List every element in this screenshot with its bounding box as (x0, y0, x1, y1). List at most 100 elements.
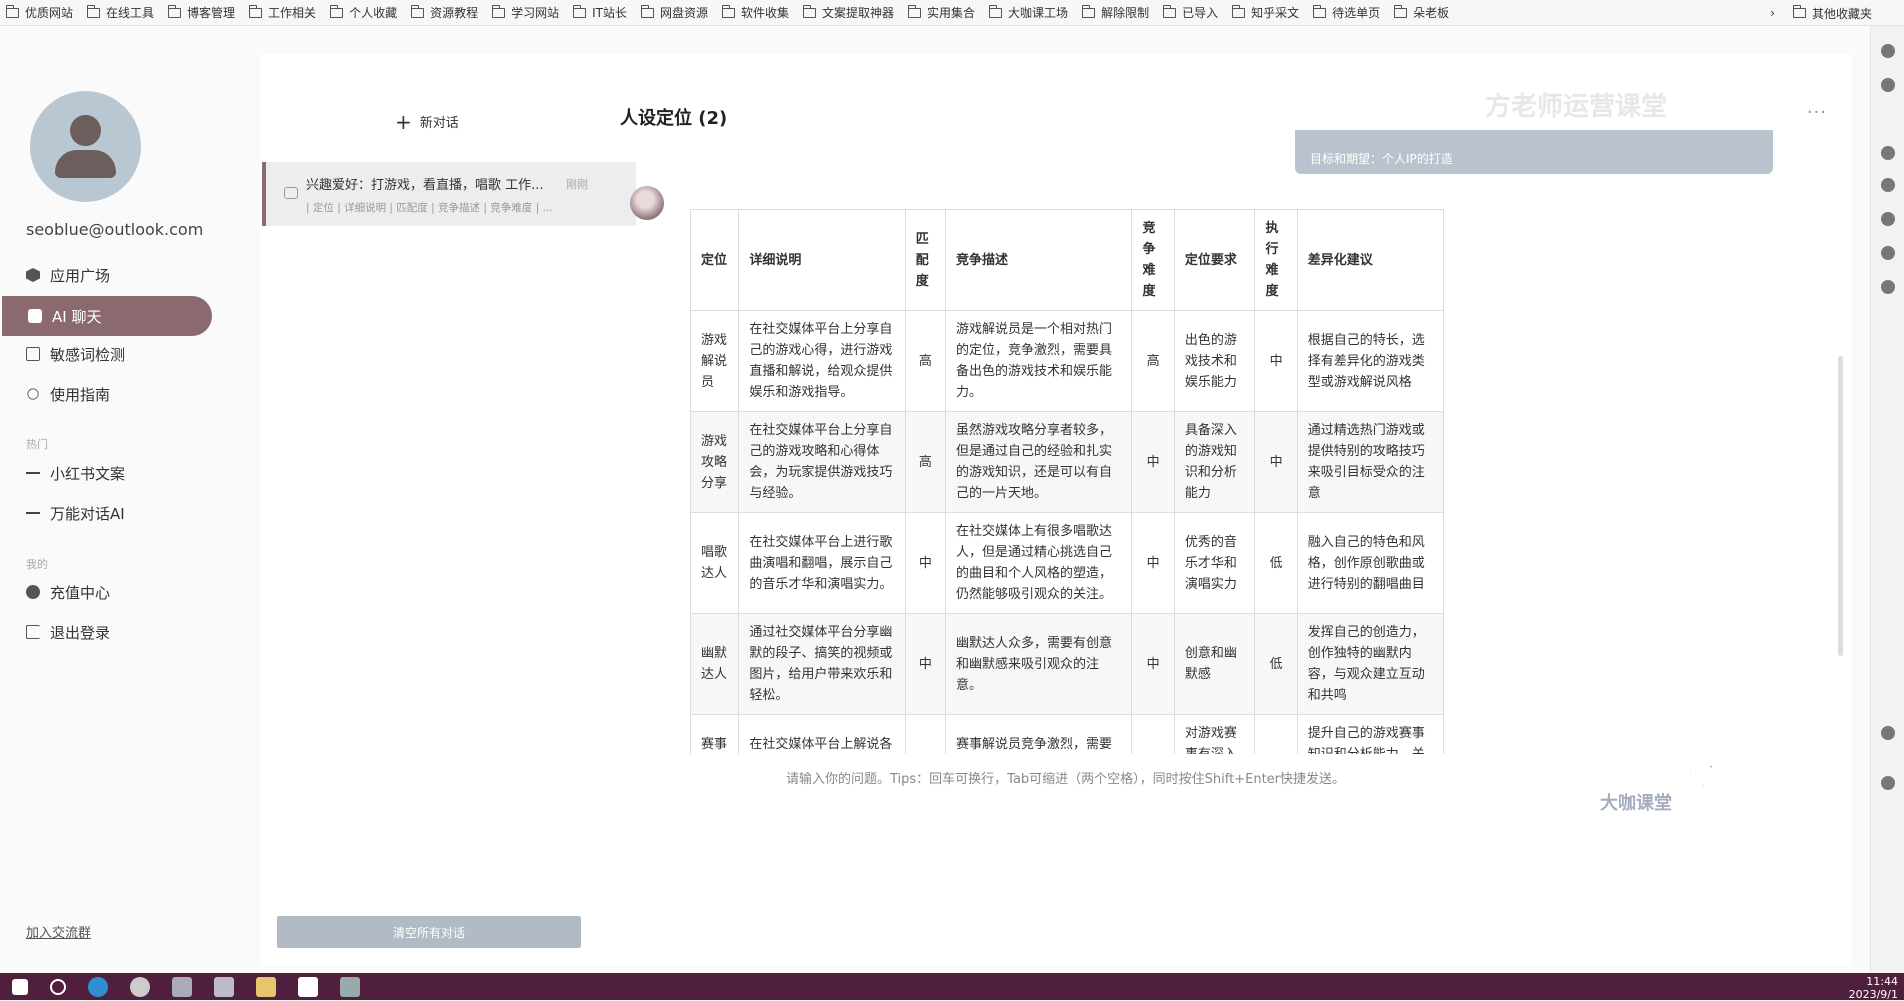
bookmark-label: 优质网站 (25, 6, 74, 20)
nav-recharge[interactable]: 充值中心 (0, 572, 212, 612)
folder-icon (721, 4, 735, 18)
table-cell: 通过社交媒体平台分享幽默的段子、搞笑的视频或图片，给用户带来欢乐和轻松。 (738, 613, 906, 715)
folder-icon (572, 4, 587, 18)
bookmark-label: 资源教程 (430, 6, 479, 20)
folder-icon (1162, 4, 1177, 18)
table-row: 游戏攻略分享 在社交媒体平台上分享自己的游戏攻略和心得体会，为玩家提供游戏技巧与经… (690, 411, 1444, 513)
table-header-cell: 定位要求 (1173, 209, 1256, 311)
nav-sensitive-words[interactable]: 敏感词检测 (0, 334, 212, 374)
extension-icon[interactable] (1881, 146, 1895, 160)
bookmark-label: 其他收藏夹 (1811, 6, 1872, 21)
bookmark-item[interactable]: 解除限制 (1081, 4, 1149, 21)
table-cell: 中 (904, 613, 947, 715)
other-bookmarks[interactable]: 其他收藏夹 (1792, 5, 1872, 22)
table-cell: 在社交媒体上有很多唱歌达人，但是通过精心挑选自己的曲目和个人风格的塑造，仍然能够… (944, 512, 1133, 614)
folder-icon (640, 4, 654, 18)
nav-label: 充值中心 (50, 583, 111, 602)
bookmark-item[interactable]: 待选单页 (1312, 4, 1381, 21)
clear-all-button[interactable]: 清空所有对话 (277, 916, 581, 948)
bookmark-label: 已导入 (1182, 6, 1219, 20)
bookmark-item[interactable]: 知乎采文 (1231, 4, 1300, 21)
left-sidebar: seoblue@outlook.com 应用广场 AI 聊天 敏感词检测 使用指… (0, 26, 258, 973)
bookmark-item[interactable]: 在线工具 (86, 4, 154, 21)
bookmark-item[interactable]: IT站长 (572, 4, 627, 21)
bookmark-label: 知乎采文 (1251, 6, 1300, 20)
bookmark-item[interactable]: 网盘资源 (640, 4, 708, 21)
text-editor-icon[interactable] (298, 976, 318, 997)
table-header-cell: 定位 (690, 209, 740, 311)
section-mine: 我的 (26, 558, 48, 571)
user-message-text: 目标和期望：个人IP的打造 (1310, 152, 1453, 166)
app-icon[interactable] (172, 976, 192, 997)
bookmark-item[interactable]: 软件收集 (721, 4, 790, 21)
new-chat-button[interactable]: + 新对话 (395, 112, 459, 132)
conversation-time: 刚刚 (566, 178, 588, 191)
more-icon[interactable]: ··· (1807, 102, 1827, 123)
bookmark-label: 工作相关 (268, 6, 317, 20)
search-icon[interactable] (1881, 178, 1895, 192)
table-cell: 中 (1254, 310, 1298, 412)
chevron-right-icon[interactable]: › (1770, 6, 1775, 20)
bookmark-item[interactable]: 大咖课工场 (988, 4, 1069, 21)
bookmark-label: 待选单页 (1332, 6, 1381, 20)
app-icon[interactable] (130, 976, 150, 997)
folder-icon (1081, 4, 1096, 18)
bookmark-item[interactable]: 学习网站 (491, 4, 559, 21)
user-avatar[interactable] (30, 91, 141, 202)
table-cell: 低 (1254, 512, 1298, 614)
nav-label: 小红书文案 (50, 464, 126, 483)
bookmark-label: 软件收集 (741, 6, 790, 20)
message-icon (284, 187, 298, 199)
dash-icon (26, 472, 40, 474)
folder-icon (1231, 4, 1246, 18)
bookmark-label: 大咖课工场 (1008, 6, 1069, 20)
bookmark-item[interactable]: 资源教程 (410, 4, 479, 21)
settings-icon[interactable] (1881, 44, 1895, 58)
nav-logout[interactable]: 退出登录 (0, 612, 212, 652)
table-cell: 根据自己的特长，选择有差异化的游戏类型或游戏解说风格 (1296, 310, 1444, 412)
scrollbar[interactable] (1838, 356, 1843, 656)
browser-icon[interactable] (88, 976, 108, 997)
bookmark-item[interactable]: 朵老板 (1393, 4, 1449, 21)
sun-icon (27, 388, 39, 400)
nav-usage-guide[interactable]: 使用指南 (0, 374, 212, 414)
table-cell: 中 (1254, 411, 1298, 513)
conversation-item[interactable]: 兴趣爱好：打游戏，看直播，唱歌 工作... 刚刚 | 定位 | 详细说明 | 匹… (262, 162, 636, 226)
nav-ai-chat[interactable]: AI 聊天 (2, 296, 212, 336)
table-cell: 中 (1131, 411, 1175, 513)
bookmark-item[interactable]: 工作相关 (248, 4, 317, 21)
extension-icon[interactable] (1881, 726, 1895, 740)
table-cell: 高 (1254, 714, 1298, 754)
settings-icon[interactable] (1881, 776, 1895, 790)
image-viewer-icon[interactable] (340, 976, 360, 997)
nav-app-square[interactable]: 应用广场 (0, 255, 212, 295)
app-icon[interactable] (214, 976, 234, 997)
bookmark-item[interactable]: 博客管理 (167, 4, 235, 21)
extension-icon[interactable] (1881, 246, 1895, 260)
dash-icon (26, 512, 40, 514)
table-cell: 幽默达人 (690, 613, 740, 715)
windows-start-icon[interactable] (12, 978, 28, 995)
bookmark-item[interactable]: 个人收藏 (329, 4, 397, 21)
chat-icon (28, 309, 42, 323)
chat-area: 人设定位 (2) ··· 目标和期望：个人IP的打造 定位 详细说明 匹配度 竞争描述… (620, 54, 1852, 966)
join-group-link[interactable]: 加入交流群 (26, 922, 91, 941)
table-row: 唱歌达人 在社交媒体平台上进行歌曲演唱和翻唱，展示自己的音乐才华和演唱实力。中在社… (690, 512, 1444, 614)
bookmark-item[interactable]: 实用集合 (907, 4, 975, 21)
nav-universal-ai[interactable]: 万能对话AI (0, 493, 212, 533)
bookmark-item[interactable]: 优质网站 (5, 4, 74, 21)
extension-icon[interactable] (1881, 280, 1895, 294)
response-table-container[interactable]: 定位 详细说明 匹配度 竞争描述 竞争难度 定位要求 执行难度 差异化建议 游戏解说员 在社交媒… (690, 209, 1444, 754)
table-cell: 高 (1131, 714, 1175, 754)
folder-icon[interactable] (256, 976, 276, 997)
extension-icon[interactable] (1881, 78, 1895, 92)
nav-xiaohongshu[interactable]: 小红书文案 (0, 453, 212, 493)
extension-icon[interactable] (1881, 212, 1895, 226)
table-row: 游戏解说员 在社交媒体平台上分享自己的游戏心得，进行游戏直播和解说，给观众提供娱乐… (690, 310, 1444, 412)
browser-side-strip (1870, 26, 1904, 973)
search-icon[interactable] (50, 978, 66, 995)
table-cell: 唱歌达人 (690, 512, 740, 614)
watermark-top: 方老师运营课堂 (1485, 92, 1668, 122)
bookmark-item[interactable]: 文案提取神器 (802, 4, 894, 21)
bookmark-item[interactable]: 已导入 (1162, 4, 1219, 21)
